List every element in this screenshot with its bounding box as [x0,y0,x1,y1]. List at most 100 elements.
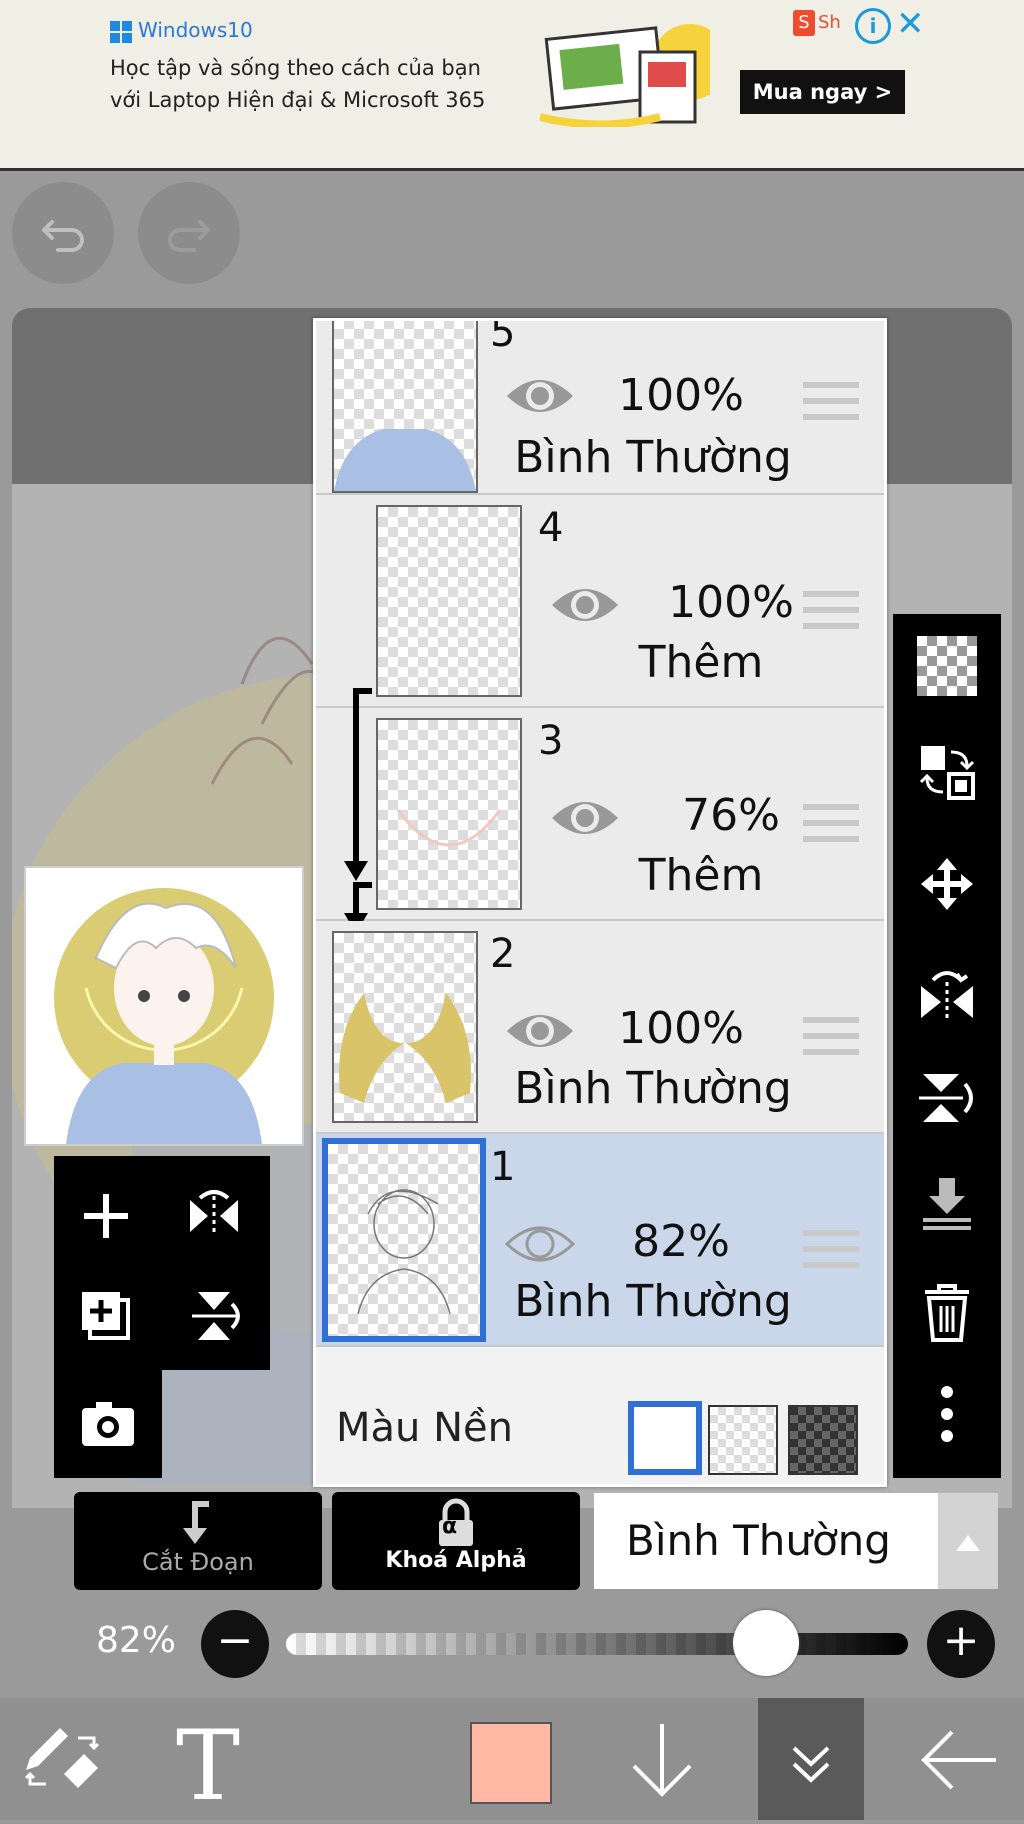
background-white-swatch[interactable] [628,1401,702,1475]
transparency-icon[interactable] [917,636,977,696]
visibility-eye-icon[interactable] [548,794,622,842]
canvas-preview[interactable] [24,866,304,1146]
opacity-decrease-button[interactable]: − [201,1610,269,1678]
undo-button[interactable] [12,182,114,284]
layer-blend-mode: Thêm [638,850,764,901]
redo-icon [168,220,210,252]
layer-2-art [339,993,471,1103]
visibility-eye-icon[interactable] [503,372,577,420]
clipping-button[interactable]: Cắt Đoạn [74,1492,322,1590]
layer-1-sketch [357,1189,451,1315]
layer-thumbnail [332,931,478,1123]
add-layer-icon[interactable] [76,1186,136,1246]
layer-opacity: 100% [618,370,744,421]
layer-row-5[interactable]: 5 100% Bình Thường [316,318,884,495]
double-chevron-down-icon [792,1746,830,1783]
visibility-eye-icon[interactable] [548,581,622,629]
flip-horizontal-icon[interactable] [184,1186,244,1246]
layer-opacity: 76% [682,790,780,841]
drag-handle-icon[interactable] [803,591,859,633]
visibility-eye-icon[interactable] [503,1007,577,1055]
move-icon[interactable] [917,854,977,914]
swap-layer-icon[interactable] [917,742,977,802]
camera-icon[interactable] [78,1394,138,1454]
layer-5-art [334,429,476,491]
layer-blend-mode: Thêm [638,637,764,688]
ad-line-2: với Laptop Hiện đại & Microsoft 365 [110,88,486,112]
layer-thumbnail [332,321,478,493]
visibility-eye-icon[interactable] [503,1220,577,1268]
layer-number: 1 [490,1144,516,1190]
layer-row-1[interactable]: 1 82% Bình Thường [316,1134,884,1347]
drag-handle-icon[interactable] [803,382,859,424]
background-color-row: Màu Nền [316,1375,884,1484]
windows-logo-icon [110,20,132,43]
left-tools-panel [54,1156,270,1370]
more-icon[interactable] [917,1384,977,1444]
layer-row-4[interactable]: 4 100% Thêm [316,495,884,708]
layer-blend-mode: Bình Thường [514,1063,792,1114]
shop-label: Sh [818,12,841,33]
blend-mode-select[interactable]: Bình Thường [594,1493,938,1589]
layer-3-art [396,809,502,847]
right-toolbar [893,614,1001,1478]
clipping-label: Cắt Đoạn [142,1548,254,1576]
drag-handle-icon[interactable] [803,804,859,846]
shopee-badge[interactable]: S Sh [793,10,853,44]
clipping-arrow-icon [183,1501,209,1544]
layer-number: 5 [490,318,516,356]
ad-brand: Windows10 [110,18,253,43]
layer-opacity: 100% [668,577,794,628]
layer-thumbnail [376,505,522,697]
alpha-lock-button[interactable]: α Khoá Alphả [332,1492,580,1590]
caret-up-icon [956,1535,980,1551]
camera-panel [54,1370,162,1478]
ad-banner[interactable]: Windows10 Học tập và sống theo cách của … [0,0,1024,171]
layer-blend-mode: Bình Thường [514,1276,792,1327]
opacity-slider-knob[interactable] [733,1610,799,1676]
blend-mode-dropdown[interactable] [938,1493,998,1589]
ad-close-icon[interactable]: ✕ [896,4,925,44]
arrow-down-icon[interactable] [620,1718,704,1802]
alpha-glyph: α [442,1514,458,1539]
duplicate-layer-icon[interactable] [76,1286,136,1346]
back-arrow-icon[interactable] [918,1718,1002,1802]
redo-button[interactable] [138,182,240,284]
text-tool-icon[interactable]: T [176,1710,240,1822]
background-transparent-swatch[interactable] [708,1405,778,1475]
ad-info-icon[interactable]: i [855,8,891,44]
layer-blend-mode: Bình Thường [514,432,792,483]
ad-brand-text: Windows10 [138,18,253,42]
background-label: Màu Nền [336,1405,513,1451]
artwork-thumbnail [54,888,274,1144]
drag-handle-icon[interactable] [803,1230,859,1272]
laptop-image-icon [540,24,710,127]
flip-horizontal-icon[interactable] [917,964,977,1024]
layer-panel: 5 100% Bình Thường 4 100% Thêm 3 76% Thê… [313,318,887,1487]
layer-row-2[interactable]: 2 100% Bình Thường [316,921,884,1134]
layer-thumbnail [376,718,522,910]
layer-number: 4 [538,505,564,551]
layer-number: 2 [490,931,516,977]
ad-line-1: Học tập và sống theo cách của bạn [110,56,481,80]
opacity-label: 82% [96,1620,177,1661]
layer-opacity: 82% [632,1216,730,1267]
current-color-swatch[interactable] [470,1722,552,1804]
layer-number: 3 [538,718,564,764]
pen-eraser-swap-icon[interactable] [20,1718,104,1802]
alpha-lock-label: Khoá Alphả [385,1548,527,1573]
flip-vertical-icon[interactable] [917,1068,977,1128]
flip-vertical-icon[interactable] [184,1286,244,1346]
trash-icon[interactable] [917,1282,977,1342]
merge-down-icon[interactable] [917,1174,977,1234]
drag-handle-icon[interactable] [803,1017,859,1059]
ad-buy-button[interactable]: Mua ngay > [740,70,905,114]
layer-menu-button[interactable] [758,1698,864,1820]
layer-thumbnail [322,1138,486,1342]
layer-opacity: 100% [618,1003,744,1054]
background-dark-swatch[interactable] [788,1405,858,1475]
opacity-slider[interactable] [286,1633,908,1655]
undo-icon [42,220,84,252]
opacity-increase-button[interactable]: + [927,1610,995,1678]
layer-row-3[interactable]: 3 76% Thêm [316,708,884,921]
